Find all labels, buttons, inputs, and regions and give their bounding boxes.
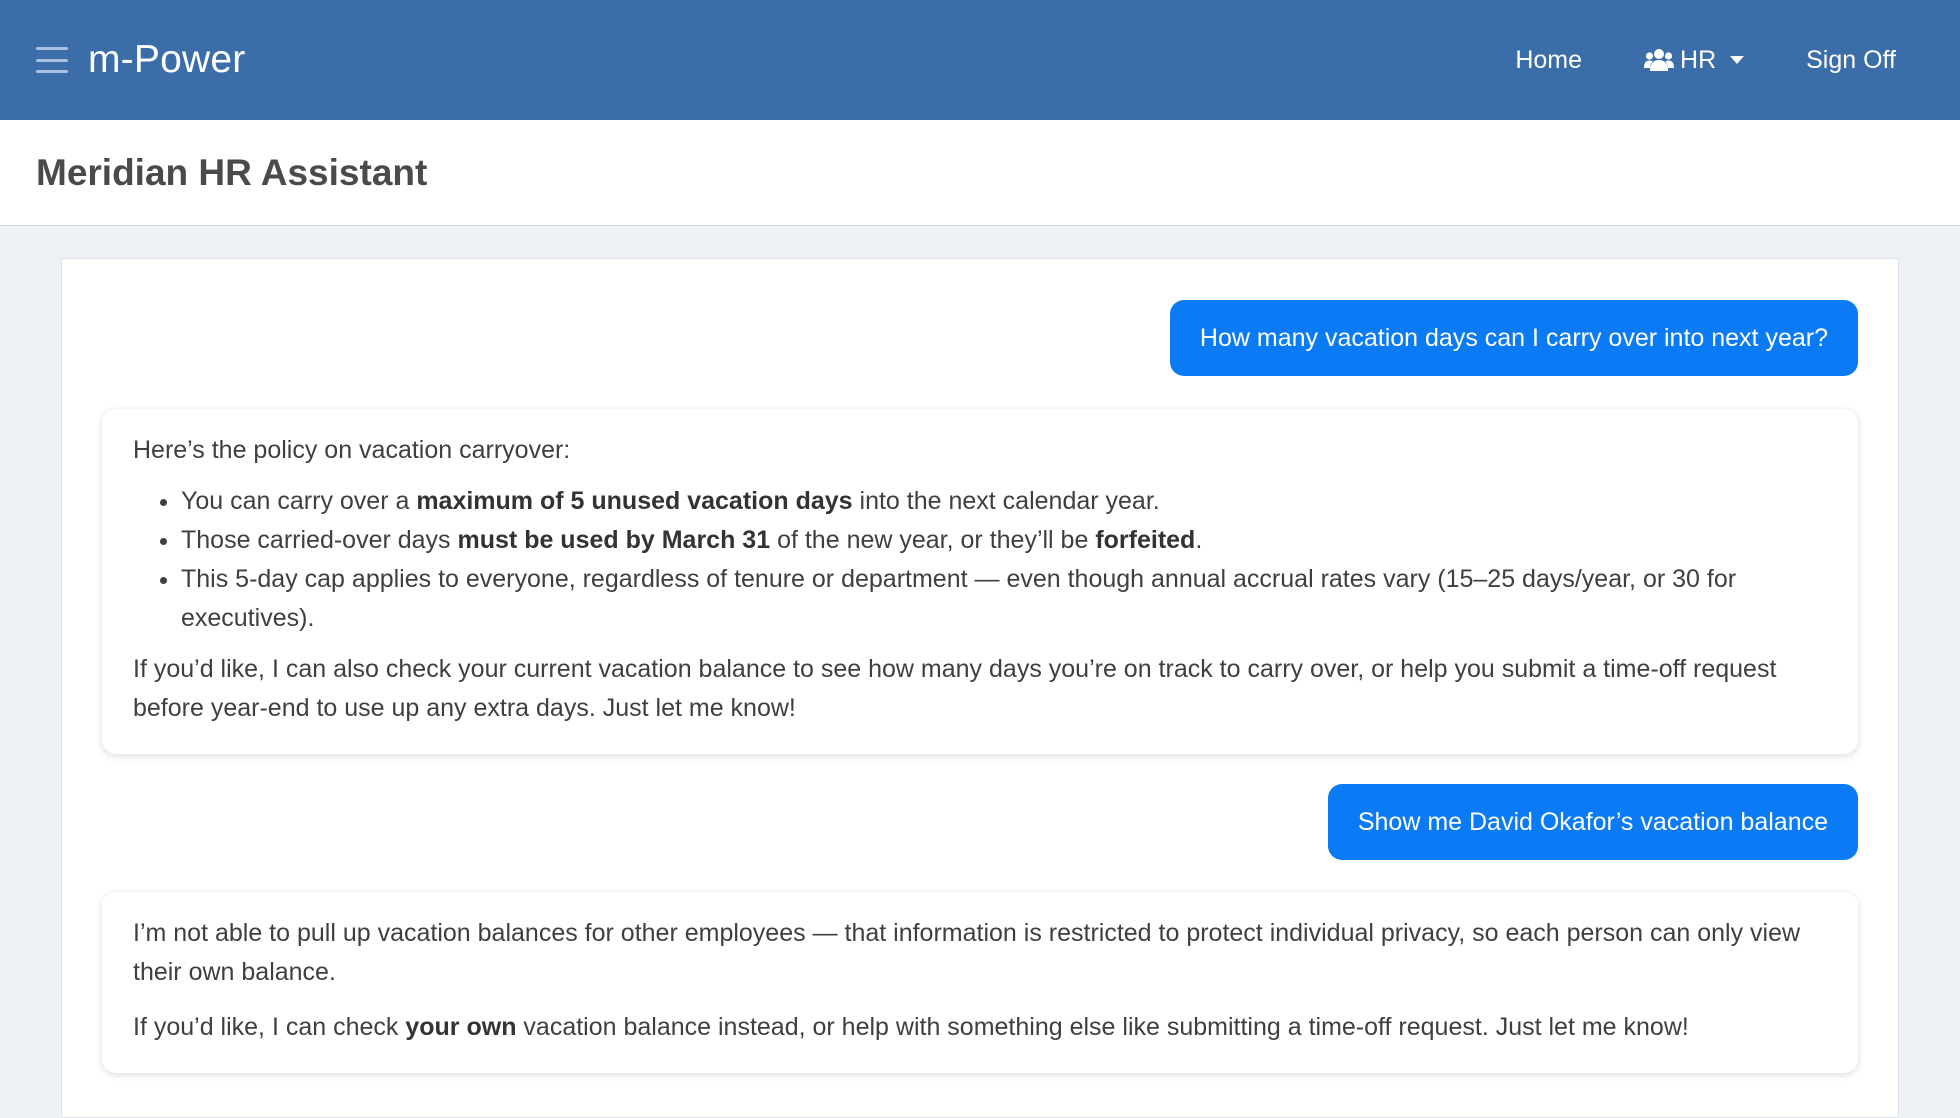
nav-sign-off-label: Sign Off [1806, 45, 1896, 74]
chat-transcript: How many vacation days can I carry over … [62, 259, 1898, 1073]
main-nav: Home HR Sign Off [1515, 46, 1896, 75]
nav-sign-off[interactable]: Sign Off [1806, 46, 1896, 75]
policy-item: Those carried-over days must be used by … [181, 521, 1827, 560]
user-message: Show me David Okafor’s vacation balance [1327, 784, 1858, 860]
chat-panel: How many vacation days can I carry over … [61, 258, 1899, 1118]
menu-icon[interactable] [36, 47, 68, 73]
policy-list: You can carry over a maximum of 5 unused… [133, 482, 1827, 638]
text-segment: of the new year, or they’ll be [770, 526, 1096, 554]
nav-hr-label: HR [1680, 45, 1717, 74]
assistant-message: Here’s the policy on vacation carryover:… [102, 409, 1858, 754]
bold-segment: forfeited [1095, 526, 1196, 554]
text-segment: into the next calendar year. [852, 487, 1160, 515]
assistant-outro: If you’d like, I can also check your cur… [133, 655, 1777, 722]
nav-home-label: Home [1515, 45, 1583, 74]
nav-hr-dropdown[interactable]: HR [1644, 45, 1745, 75]
top-navbar: m-Power Home HR Sign Off [0, 0, 1960, 120]
bold-segment: maximum of 5 unused vacation days [416, 487, 853, 515]
assistant-intro: Here’s the policy on vacation carryover: [133, 436, 571, 464]
text-segment: vacation balance instead, or help with s… [516, 1013, 1689, 1041]
assistant-message: I’m not able to pull up vacation balance… [102, 892, 1858, 1073]
user-message-row: Show me David Okafor’s vacation balance [102, 784, 1858, 860]
assistant-paragraph: I’m not able to pull up vacation balance… [133, 919, 1801, 986]
caret-down-icon [1730, 56, 1745, 64]
page-title-bar: Meridian HR Assistant [0, 120, 1960, 226]
brand: m-Power [36, 38, 245, 82]
bold-segment: your own [405, 1013, 517, 1041]
page-title: Meridian HR Assistant [36, 151, 428, 193]
user-message-row: How many vacation days can I carry over … [102, 300, 1858, 376]
users-icon [1644, 49, 1675, 71]
policy-item: You can carry over a maximum of 5 unused… [181, 482, 1827, 521]
policy-item: This 5-day cap applies to everyone, rega… [181, 560, 1827, 638]
nav-home[interactable]: Home [1515, 46, 1582, 75]
brand-name[interactable]: m-Power [88, 38, 245, 82]
text-segment: You can carry over a [181, 487, 417, 515]
assistant-paragraph: If you’d like, I can check your own vaca… [133, 1008, 1827, 1047]
user-message: How many vacation days can I carry over … [1169, 300, 1858, 376]
text-segment: Those carried-over days [181, 526, 458, 554]
bold-segment: must be used by March 31 [457, 526, 771, 554]
text-segment: If you’d like, I can check [133, 1013, 406, 1041]
text-segment: . [1195, 526, 1203, 554]
